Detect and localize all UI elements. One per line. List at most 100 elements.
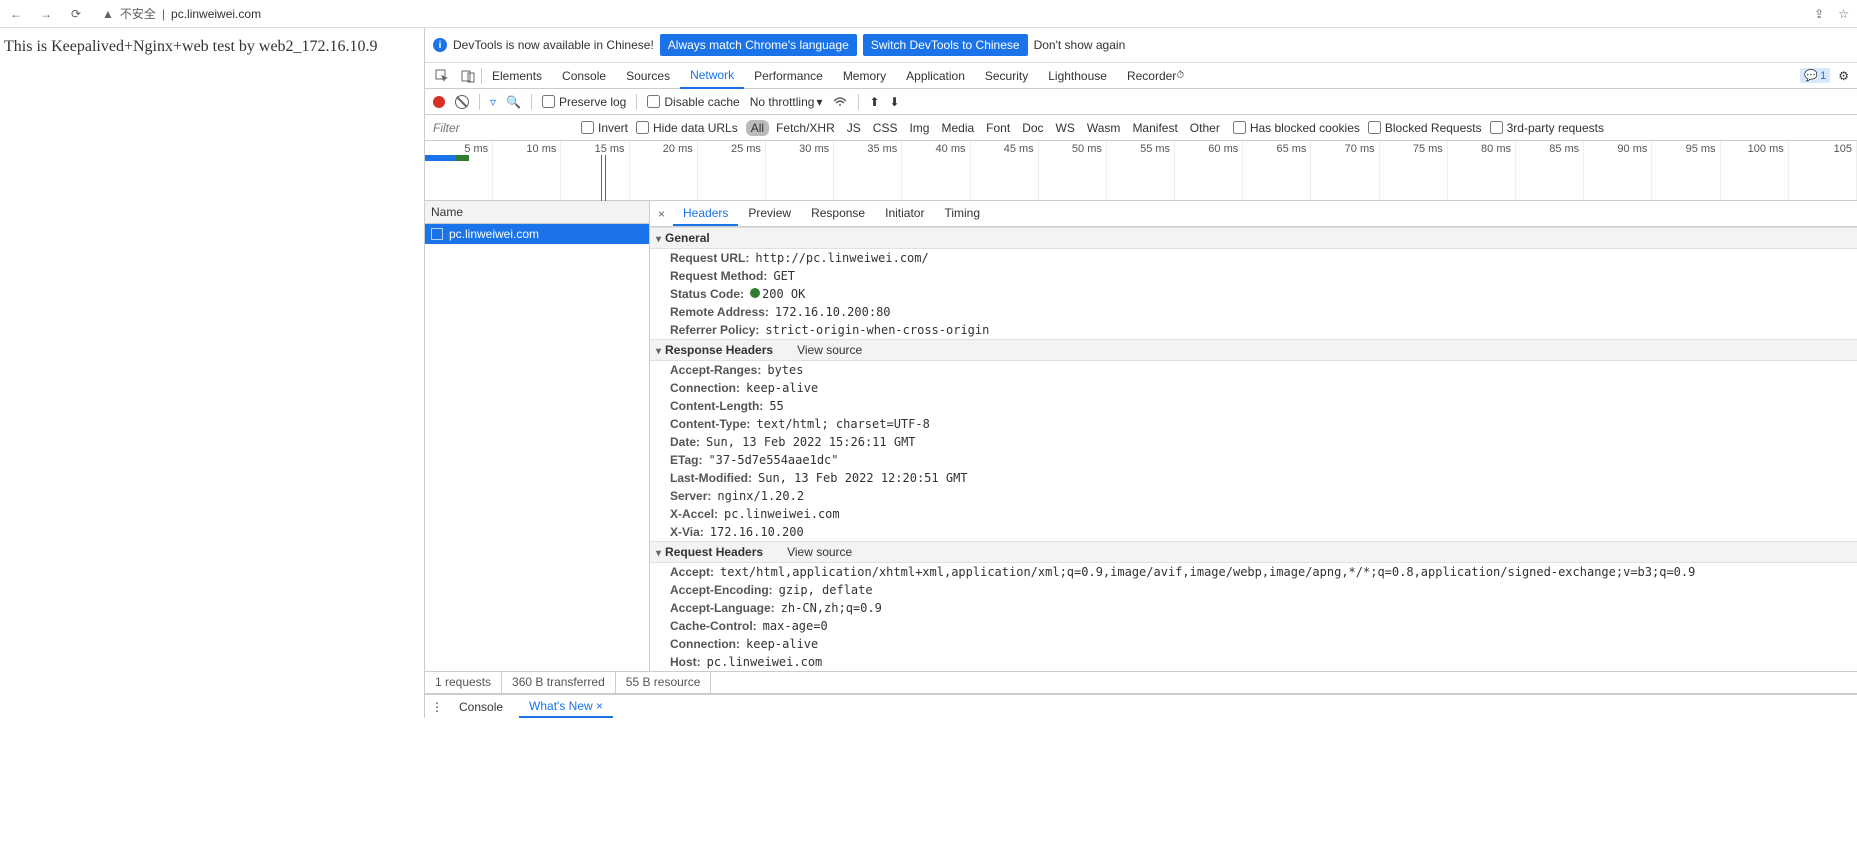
timeline-request-bar bbox=[425, 155, 469, 161]
filter-type-img[interactable]: Img bbox=[904, 120, 934, 136]
header-key: Connection: bbox=[670, 637, 740, 651]
request-row[interactable]: pc.linweiwei.com bbox=[425, 224, 649, 244]
whats-new-drawer-tab[interactable]: What's New × bbox=[519, 696, 613, 718]
device-icon[interactable] bbox=[455, 63, 481, 89]
header-key: Last-Modified: bbox=[670, 471, 752, 485]
detail-tab-preview[interactable]: Preview bbox=[738, 202, 801, 226]
domcontentloaded-line bbox=[601, 155, 602, 201]
blocked-cookies-checkbox[interactable]: Has blocked cookies bbox=[1233, 121, 1360, 135]
filter-type-doc[interactable]: Doc bbox=[1017, 120, 1048, 136]
load-line bbox=[605, 155, 606, 201]
filter-type-ws[interactable]: WS bbox=[1051, 120, 1080, 136]
timeline-tick: 90 ms bbox=[1584, 141, 1652, 200]
response-headers-section-header[interactable]: Response HeadersView source bbox=[650, 339, 1857, 361]
filter-type-media[interactable]: Media bbox=[936, 120, 979, 136]
header-row: X-Accel:pc.linweiwei.com bbox=[650, 505, 1857, 523]
third-party-checkbox[interactable]: 3rd-party requests bbox=[1490, 121, 1604, 135]
view-source-link[interactable]: View source bbox=[797, 343, 862, 357]
tab-recorder[interactable]: Recorder ⏱ bbox=[1117, 63, 1194, 89]
general-section-header[interactable]: General bbox=[650, 227, 1857, 249]
timeline-tick: 75 ms bbox=[1380, 141, 1448, 200]
address-bar[interactable]: ▲ 不安全 | pc.linweiwei.com bbox=[102, 5, 261, 22]
dont-show-again-link[interactable]: Don't show again bbox=[1034, 38, 1126, 52]
tab-security[interactable]: Security bbox=[975, 63, 1038, 89]
reload-icon[interactable]: ⟳ bbox=[68, 6, 84, 22]
clear-button[interactable] bbox=[455, 95, 469, 109]
throttling-select[interactable]: No throttling ▾ bbox=[750, 95, 823, 109]
search-icon[interactable]: 🔍 bbox=[506, 95, 521, 109]
messages-badge[interactable]: 💬1 bbox=[1800, 68, 1830, 83]
header-key: Accept-Language: bbox=[670, 601, 775, 615]
detail-tab-headers[interactable]: Headers bbox=[673, 202, 738, 226]
filter-type-manifest[interactable]: Manifest bbox=[1127, 120, 1182, 136]
filter-input[interactable] bbox=[433, 121, 573, 135]
back-icon[interactable]: ← bbox=[8, 6, 24, 22]
header-row: Content-Type:text/html; charset=UTF-8 bbox=[650, 415, 1857, 433]
timeline[interactable]: 5 ms10 ms15 ms20 ms25 ms30 ms35 ms40 ms4… bbox=[425, 141, 1857, 201]
tab-performance[interactable]: Performance bbox=[744, 63, 833, 89]
header-value: text/html,application/xhtml+xml,applicat… bbox=[720, 565, 1695, 579]
view-source-link[interactable]: View source bbox=[787, 545, 852, 559]
forward-icon[interactable]: → bbox=[38, 6, 54, 22]
timeline-tick: 80 ms bbox=[1448, 141, 1516, 200]
inspect-icon[interactable] bbox=[429, 63, 455, 89]
blocked-requests-checkbox[interactable]: Blocked Requests bbox=[1368, 121, 1482, 135]
tab-sources[interactable]: Sources bbox=[616, 63, 680, 89]
header-row: Content-Length:55 bbox=[650, 397, 1857, 415]
tab-lighthouse[interactable]: Lighthouse bbox=[1038, 63, 1117, 89]
timeline-tick: 55 ms bbox=[1107, 141, 1175, 200]
request-headers-section-header[interactable]: Request HeadersView source bbox=[650, 541, 1857, 563]
invert-checkbox[interactable]: Invert bbox=[581, 121, 628, 135]
header-row: Connection:keep-alive bbox=[650, 379, 1857, 397]
timeline-tick: 5 ms bbox=[425, 141, 493, 200]
download-icon[interactable]: ⬇ bbox=[890, 95, 900, 109]
disable-cache-checkbox[interactable]: Disable cache bbox=[647, 95, 739, 109]
request-list: Name pc.linweiwei.com bbox=[425, 201, 650, 671]
share-icon[interactable]: ⇪ bbox=[1814, 7, 1824, 21]
detail-tab-initiator[interactable]: Initiator bbox=[875, 202, 934, 226]
header-value: zh-CN,zh;q=0.9 bbox=[781, 601, 882, 615]
header-key: Accept: bbox=[670, 565, 714, 579]
timeline-tick: 30 ms bbox=[766, 141, 834, 200]
timeline-tick: 60 ms bbox=[1175, 141, 1243, 200]
timeline-tick: 100 ms bbox=[1721, 141, 1789, 200]
upload-icon[interactable]: ⬆ bbox=[869, 95, 879, 109]
filter-type-wasm[interactable]: Wasm bbox=[1082, 120, 1126, 136]
detail-tab-timing[interactable]: Timing bbox=[934, 202, 990, 226]
settings-icon[interactable]: ⚙ bbox=[1838, 69, 1849, 83]
close-icon[interactable]: × bbox=[596, 699, 603, 713]
header-value: GET bbox=[773, 269, 795, 283]
switch-chinese-button[interactable]: Switch DevTools to Chinese bbox=[863, 34, 1028, 56]
filter-type-fetch-xhr[interactable]: Fetch/XHR bbox=[771, 120, 840, 136]
tab-console[interactable]: Console bbox=[552, 63, 616, 89]
header-value: nginx/1.20.2 bbox=[717, 489, 804, 503]
filter-type-font[interactable]: Font bbox=[981, 120, 1015, 136]
close-details-button[interactable]: × bbox=[650, 203, 673, 225]
name-column-header[interactable]: Name bbox=[425, 201, 649, 224]
filter-icon[interactable]: ▿ bbox=[490, 95, 496, 109]
tab-memory[interactable]: Memory bbox=[833, 63, 896, 89]
timeline-tick: 65 ms bbox=[1243, 141, 1311, 200]
tab-network[interactable]: Network bbox=[680, 63, 744, 89]
filter-type-css[interactable]: CSS bbox=[868, 120, 903, 136]
warning-icon: ▲ bbox=[102, 7, 114, 21]
console-drawer-tab[interactable]: Console bbox=[449, 697, 513, 717]
url-text: pc.linweiwei.com bbox=[171, 7, 261, 21]
network-toolbar: ▿ 🔍 Preserve log Disable cache No thrott… bbox=[425, 89, 1857, 115]
drawer-menu-icon[interactable]: ⋮ bbox=[431, 700, 443, 714]
record-button[interactable] bbox=[433, 96, 445, 108]
header-value: 172.16.10.200:80 bbox=[775, 305, 891, 319]
filter-type-other[interactable]: Other bbox=[1185, 120, 1225, 136]
match-language-button[interactable]: Always match Chrome's language bbox=[660, 34, 857, 56]
header-key: Content-Type: bbox=[670, 417, 750, 431]
tab-elements[interactable]: Elements bbox=[482, 63, 552, 89]
filter-type-js[interactable]: JS bbox=[842, 120, 866, 136]
devtools-panel: i DevTools is now available in Chinese! … bbox=[424, 28, 1857, 718]
network-conditions-icon[interactable] bbox=[832, 93, 848, 110]
star-icon[interactable]: ☆ bbox=[1838, 7, 1849, 21]
preserve-log-checkbox[interactable]: Preserve log bbox=[542, 95, 626, 109]
detail-tab-response[interactable]: Response bbox=[801, 202, 875, 226]
filter-type-all[interactable]: All bbox=[746, 120, 769, 136]
hide-data-urls-checkbox[interactable]: Hide data URLs bbox=[636, 121, 738, 135]
tab-application[interactable]: Application bbox=[896, 63, 975, 89]
